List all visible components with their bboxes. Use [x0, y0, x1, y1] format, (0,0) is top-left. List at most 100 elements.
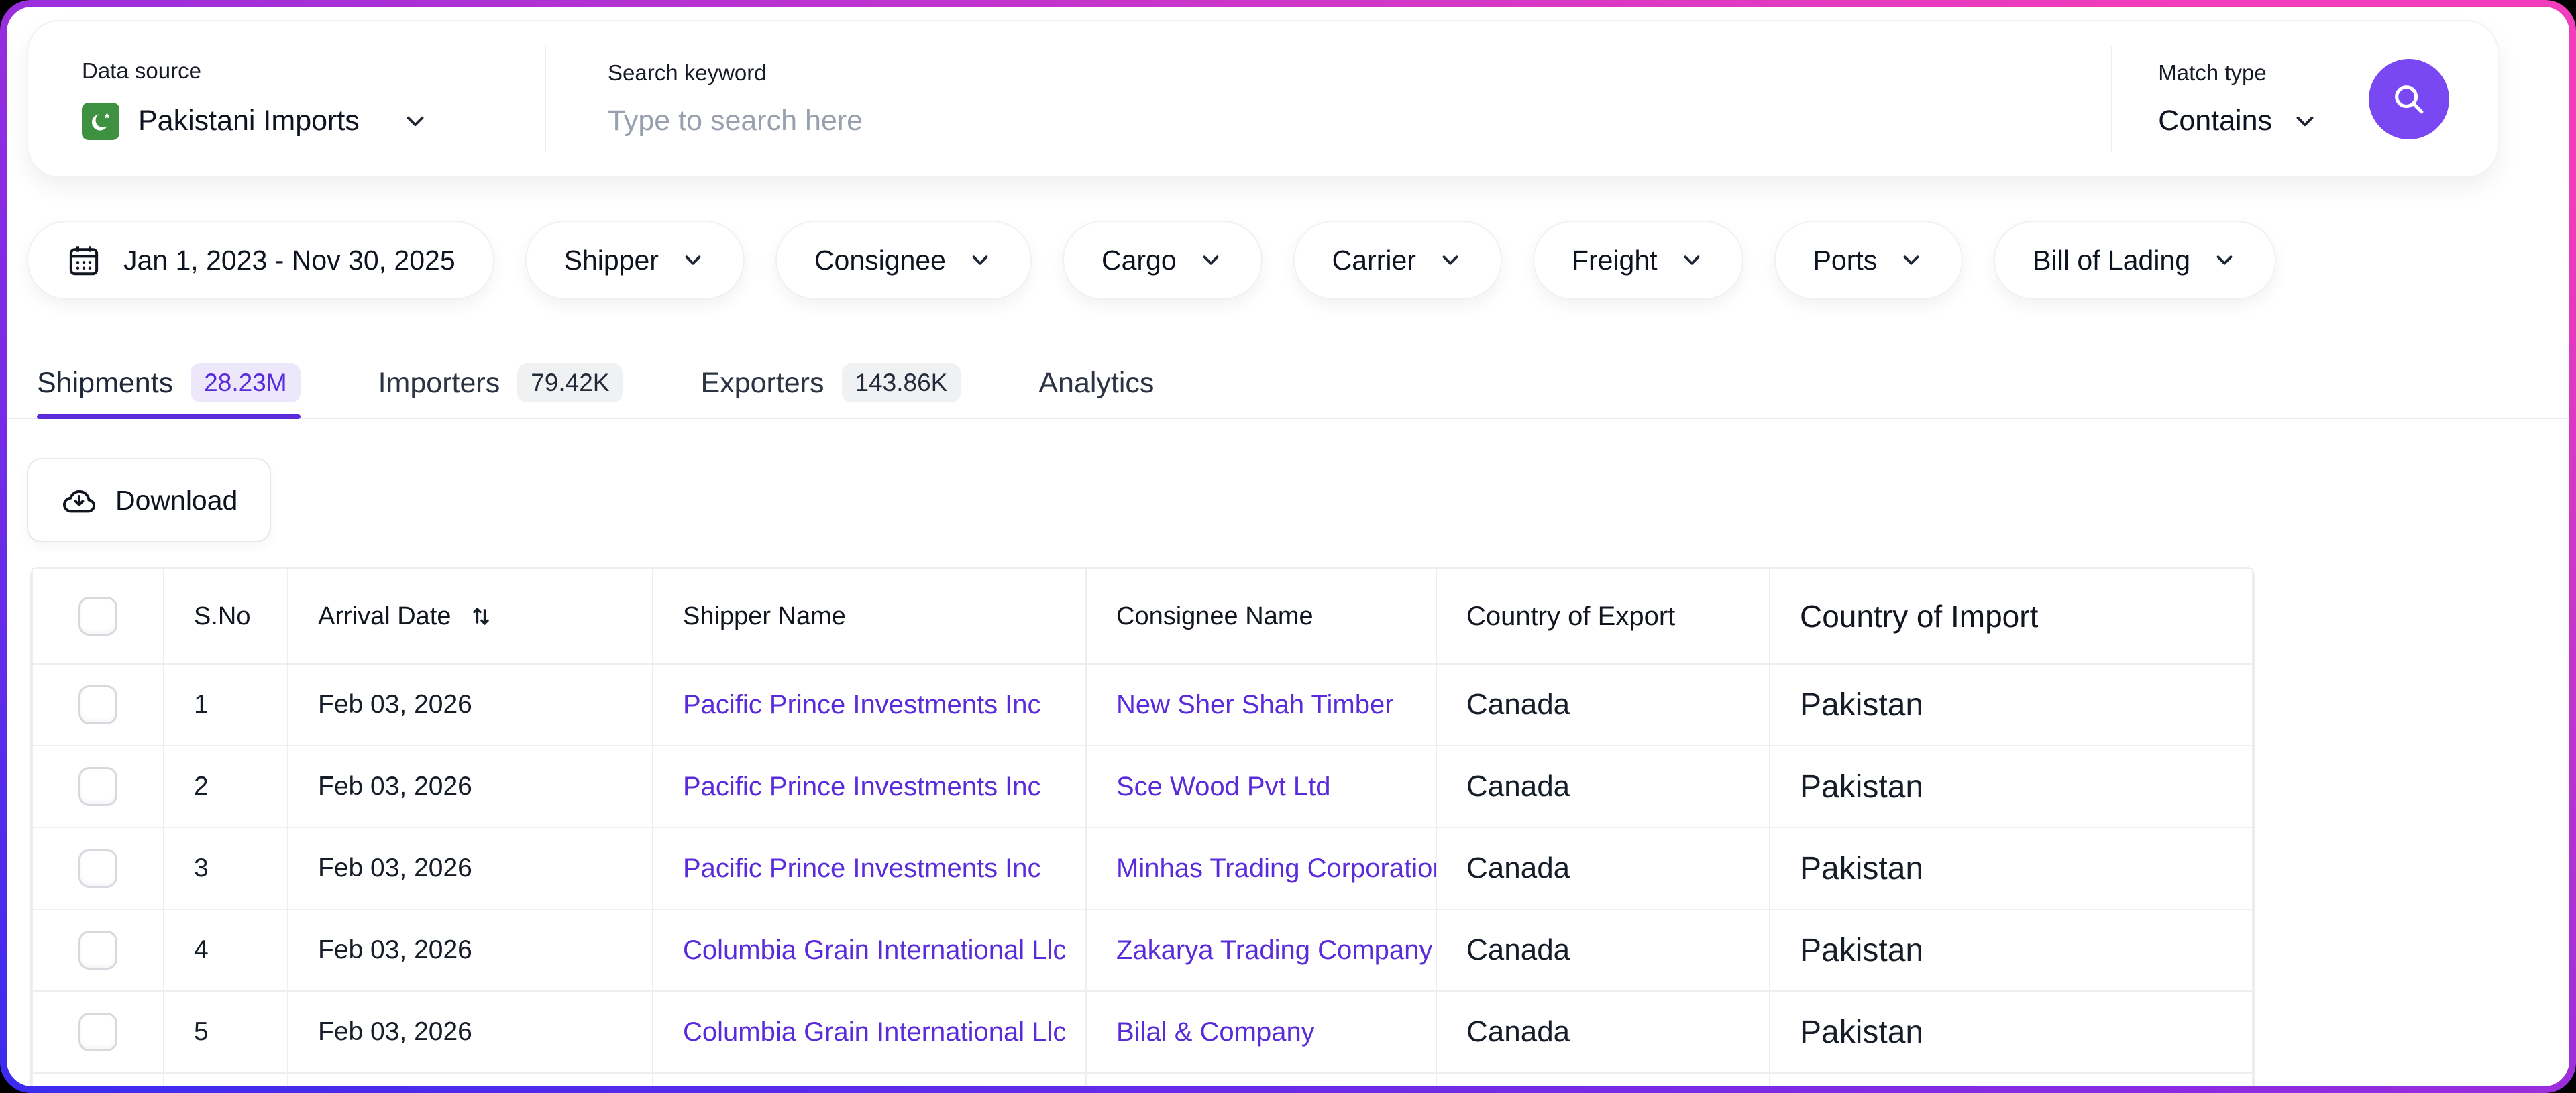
tab-label: Importers — [378, 366, 500, 399]
match-type-field: Match type Contains — [2112, 60, 2366, 137]
shipper-link[interactable]: Columbia Grain International Llc — [652, 990, 1087, 1074]
col-country-of-import: Country of Import — [1769, 568, 2253, 665]
data-source-label: Data source — [82, 58, 201, 83]
data-source-value: Pakistani Imports — [138, 105, 360, 137]
search-input[interactable] — [608, 105, 1962, 137]
tab-shipments[interactable]: Shipments 28.23M — [37, 348, 301, 419]
search-icon — [2395, 84, 2424, 113]
tab-analytics[interactable]: Analytics — [1038, 348, 1154, 418]
arrival-date-cell: Feb 03, 2026 — [287, 909, 653, 992]
sno-cell: 3 — [163, 827, 288, 910]
search-keyword-field: Search keyword — [546, 60, 2111, 137]
chevron-down-icon — [1442, 255, 1458, 265]
tab-label: Analytics — [1038, 366, 1155, 399]
tab-label: Exporters — [700, 366, 824, 399]
tab-exporters[interactable]: Exporters 143.86K — [700, 348, 961, 418]
search-card: Data source Pakistani Imports Search key… — [27, 20, 2499, 178]
sno-cell: 2 — [163, 745, 288, 828]
window-frame: Data source Pakistani Imports Search key… — [0, 0, 2576, 1093]
shipper-link[interactable]: Pacific Prince Investments Inc — [652, 663, 1087, 746]
row-checkbox[interactable] — [78, 931, 117, 970]
tab-importers[interactable]: Importers 79.42K — [378, 348, 623, 418]
date-range-value: Jan 1, 2023 - Nov 30, 2025 — [123, 244, 455, 276]
filter-ports[interactable]: Ports — [1774, 221, 1964, 300]
consignee-link[interactable]: Minhas Trading Corporation — [1085, 827, 1437, 910]
tab-label: Shipments — [37, 366, 174, 399]
sort-icon[interactable] — [466, 601, 496, 631]
export-country-cell: Canada — [1436, 909, 1770, 992]
tab-count-badge: 143.86K — [841, 363, 961, 402]
filter-bill-of-lading[interactable]: Bill of Lading — [1994, 221, 2277, 300]
col-sno: S.No — [163, 568, 288, 665]
download-button[interactable]: Download — [27, 458, 272, 542]
tab-count-badge: 28.23M — [191, 363, 301, 402]
table-row: 4 Feb 03, 2026 Columbia Grain Internatio… — [32, 909, 2253, 992]
chevron-down-icon — [972, 255, 988, 265]
export-country-cell: Canada — [1436, 827, 1770, 910]
table-row: 2 Feb 03, 2026 Pacific Prince Investment… — [32, 745, 2253, 828]
chevron-down-icon — [2216, 255, 2233, 265]
data-source-field: Data source Pakistani Imports — [28, 58, 545, 140]
export-country-cell: Canada — [1436, 745, 1770, 828]
shipper-link[interactable]: Columbia Grain International Llc — [652, 909, 1087, 992]
arrival-date-cell: Feb 03, 2026 — [287, 745, 653, 828]
date-range-filter[interactable]: Jan 1, 2023 - Nov 30, 2025 — [27, 221, 494, 300]
col-country-of-export: Country of Export — [1436, 568, 1770, 665]
import-country-cell: Pakistan — [1769, 827, 2253, 910]
row-checkbox[interactable] — [78, 685, 117, 724]
filter-label: Bill of Lading — [2033, 244, 2191, 276]
filter-label: Cargo — [1101, 244, 1177, 276]
col-arrival-date: Arrival Date — [287, 568, 653, 665]
col-consignee-name: Consignee Name — [1085, 568, 1437, 665]
chevron-down-icon — [1684, 255, 1699, 265]
filter-label: Freight — [1571, 244, 1658, 276]
select-all-checkbox[interactable] — [78, 597, 117, 636]
chevron-down-icon — [1203, 255, 1219, 265]
col-arrival-date-label: Arrival Date — [318, 601, 451, 630]
row-checkbox[interactable] — [78, 767, 117, 806]
arrival-date-cell: Feb 03, 2026 — [287, 990, 653, 1074]
search-keyword-label: Search keyword — [608, 60, 767, 85]
filter-shipper[interactable]: Shipper — [525, 221, 745, 300]
filter-label: Shipper — [564, 244, 659, 276]
shipper-link[interactable]: Pacific Prince Investments Inc — [652, 745, 1087, 828]
arrival-date-cell: Feb 03, 2026 — [287, 663, 653, 746]
data-source-select[interactable]: Pakistani Imports — [82, 102, 545, 140]
filter-carrier[interactable]: Carrier — [1293, 221, 1502, 300]
import-country-cell: Pakistan — [1769, 663, 2253, 746]
chevron-down-icon — [407, 116, 424, 126]
match-type-select[interactable]: Contains — [2158, 105, 2319, 137]
filter-label: Carrier — [1332, 244, 1416, 276]
export-country-cell: Canada — [1436, 663, 1770, 746]
chevron-down-icon — [685, 255, 701, 265]
sno-cell: 1 — [163, 663, 288, 746]
search-button[interactable] — [2369, 58, 2449, 139]
table-row: 1 Feb 03, 2026 Pacific Prince Investment… — [32, 663, 2253, 746]
table-header-row: S.No Arrival Date Shipper Name Consignee… — [32, 568, 2253, 665]
cloud-download-icon — [62, 490, 96, 513]
tab-count-badge: 79.42K — [517, 363, 623, 402]
calendar-icon — [69, 246, 99, 276]
row-checkbox[interactable] — [78, 849, 117, 888]
filter-consignee[interactable]: Consignee — [775, 221, 1032, 300]
row-checkbox[interactable] — [78, 1013, 117, 1051]
download-label: Download — [115, 484, 238, 516]
shipper-link[interactable]: Pacific Prince Investments Inc — [652, 827, 1087, 910]
sno-cell: 4 — [163, 909, 288, 992]
app-screen: Data source Pakistani Imports Search key… — [7, 7, 2569, 1086]
consignee-link[interactable]: Sce Wood Pvt Ltd — [1085, 745, 1437, 828]
import-country-cell: Pakistan — [1769, 909, 2253, 992]
filter-cargo[interactable]: Cargo — [1062, 221, 1263, 300]
match-type-value: Contains — [2158, 105, 2272, 137]
filter-label: Consignee — [814, 244, 946, 276]
shipments-table: S.No Arrival Date Shipper Name Consignee… — [30, 567, 2255, 1086]
pakistan-flag-icon — [82, 102, 119, 140]
filter-freight[interactable]: Freight — [1532, 221, 1743, 300]
tabs-bar: Shipments 28.23M Importers 79.42K Export… — [7, 348, 2569, 419]
consignee-link[interactable]: Bilal & Company — [1085, 990, 1437, 1074]
table-row: 3 Feb 03, 2026 Pacific Prince Investment… — [32, 827, 2253, 910]
consignee-link[interactable]: Zakarya Trading Company — [1085, 909, 1437, 992]
consignee-link[interactable]: New Sher Shah Timber — [1085, 663, 1437, 746]
arrival-date-cell: Feb 03, 2026 — [287, 827, 653, 910]
sno-cell: 5 — [163, 990, 288, 1074]
